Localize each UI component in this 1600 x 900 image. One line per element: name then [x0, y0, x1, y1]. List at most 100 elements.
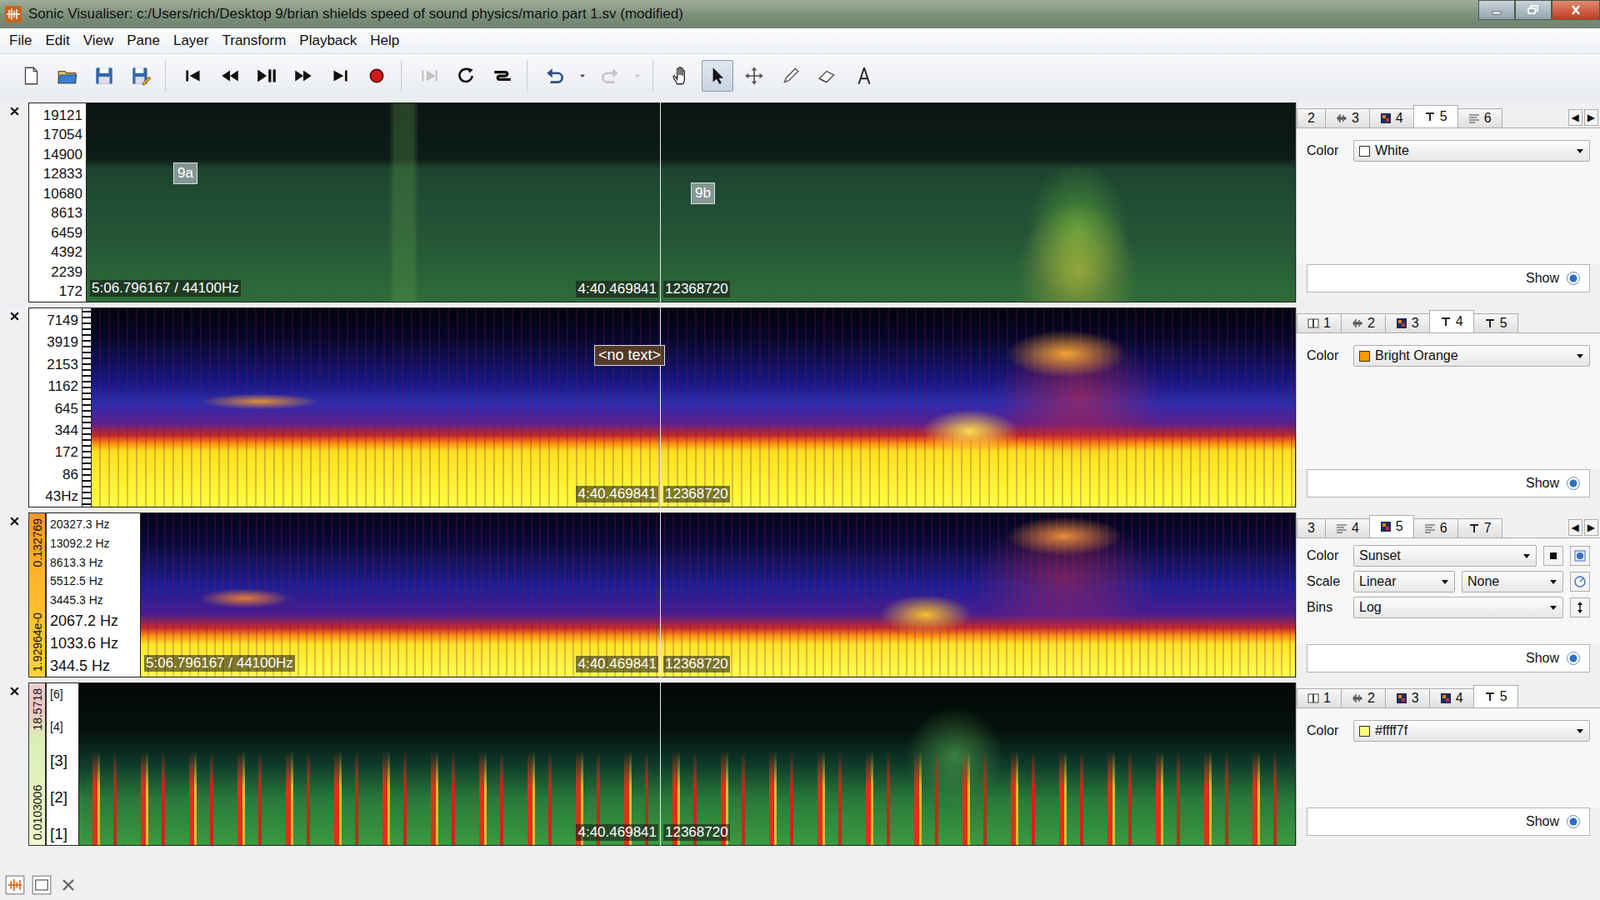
save-as-button[interactable]: [125, 60, 157, 92]
new-button[interactable]: [15, 60, 47, 92]
layer-tab[interactable]: 3: [1385, 688, 1430, 708]
tab-scroll-button[interactable]: ◀: [1568, 519, 1583, 536]
undo-button[interactable]: [539, 60, 571, 92]
playhead[interactable]: 4:40.469841 12368720: [660, 102, 661, 303]
layer-tab[interactable]: 4: [1429, 688, 1475, 708]
menu-item[interactable]: Edit: [39, 30, 75, 52]
layer-tab[interactable]: 5: [1473, 685, 1519, 708]
pane-stack: 1912117054149001283310680861364594392223…: [0, 97, 1600, 501]
colour-swatch: [1359, 350, 1370, 362]
save-button[interactable]: [88, 60, 120, 92]
layer-tab[interactable]: 6: [1457, 108, 1503, 128]
play-pause-button[interactable]: [250, 60, 283, 92]
show-toggle-icon[interactable]: [1565, 814, 1581, 830]
title-bar: Sonic Visualiser: c:/Users/rich/Desktop …: [0, 0, 1600, 29]
spectrogram-view[interactable]: <no text>: [91, 307, 1296, 508]
text-label[interactable]: <no text>: [594, 345, 665, 366]
square-button[interactable]: [1543, 545, 1564, 566]
playhead[interactable]: 4:40.469841 12368720: [660, 512, 661, 678]
close-pane-button[interactable]: [0, 682, 29, 846]
menu-item[interactable]: Pane: [120, 30, 166, 52]
rewind-button[interactable]: [214, 60, 246, 92]
erase-button[interactable]: [811, 60, 844, 92]
tab-label: 4: [1395, 110, 1404, 126]
move-button[interactable]: [738, 60, 770, 92]
menu-item[interactable]: View: [77, 30, 120, 52]
layer-tab[interactable]: 1: [1296, 313, 1342, 333]
play-selection-button[interactable]: [413, 60, 445, 92]
close-icon[interactable]: [58, 875, 79, 895]
show-toggle-icon[interactable]: [1565, 650, 1581, 666]
minimize-button[interactable]: [1478, 0, 1515, 20]
draw-button[interactable]: [775, 60, 807, 92]
playhead[interactable]: 4:40.469841 12368720: [660, 307, 661, 508]
tab-scroll-button[interactable]: ◀: [1568, 109, 1583, 126]
undo-menu-button[interactable]: [575, 60, 590, 92]
tab-label: 5: [1500, 315, 1508, 331]
select-button[interactable]: [701, 60, 734, 92]
spectrogram-view[interactable]: [79, 682, 1296, 846]
window-icon[interactable]: [31, 875, 52, 895]
updown-button[interactable]: [1570, 597, 1590, 618]
restore-button[interactable]: [1515, 0, 1552, 20]
menu-item[interactable]: File: [3, 30, 38, 52]
layer-tab[interactable]: 2: [1340, 688, 1386, 708]
waveform-icon[interactable]: [5, 875, 25, 895]
property-dropdown[interactable]: None: [1461, 570, 1564, 593]
layer-tab[interactable]: 1: [1296, 688, 1342, 708]
close-pane-button[interactable]: [0, 102, 29, 303]
dial-button[interactable]: [1570, 571, 1590, 592]
playhead[interactable]: 4:40.469841 12368720: [660, 682, 661, 846]
layer-tab[interactable]: 2: [1340, 313, 1386, 333]
text-label[interactable]: 9b: [690, 182, 715, 205]
spectrogram-view[interactable]: 5:06.796167 / 44100Hz: [140, 512, 1296, 678]
piano-keyboard: [81, 308, 91, 507]
spectrogram-icon: [1380, 520, 1392, 533]
measure-button[interactable]: [848, 60, 880, 92]
open-button[interactable]: [51, 60, 84, 92]
layer-tab[interactable]: 5: [1473, 313, 1519, 333]
show-toggle-icon[interactable]: [1565, 270, 1581, 286]
menu-item[interactable]: Transform: [215, 30, 292, 52]
layer-tab[interactable]: 3: [1296, 518, 1326, 538]
layer-tab[interactable]: 6: [1413, 518, 1459, 538]
close-window-button[interactable]: [1551, 0, 1600, 20]
tab-scroll-button[interactable]: ▶: [1584, 519, 1599, 536]
menu-item[interactable]: Layer: [167, 30, 215, 52]
navigate-button[interactable]: [665, 60, 697, 92]
close-pane-button[interactable]: [0, 512, 29, 678]
spectrogram-view[interactable]: 9a9b 5:06.796167 / 44100Hz: [86, 102, 1296, 303]
redo-button[interactable]: [594, 60, 626, 92]
layer-tab[interactable]: 4: [1369, 108, 1415, 128]
layer-tab[interactable]: 7: [1457, 518, 1503, 538]
text-label[interactable]: 9a: [173, 162, 198, 185]
colour-scale-bar: 1.92964e-00.132769: [28, 512, 46, 678]
layer-tab[interactable]: 3: [1325, 108, 1370, 128]
layer-tab[interactable]: 3: [1385, 313, 1430, 333]
frame-readout: 12368720: [663, 485, 730, 503]
toggle-button[interactable]: [1570, 545, 1590, 566]
menu-item[interactable]: Help: [364, 30, 405, 52]
show-toggle-icon[interactable]: [1565, 475, 1581, 491]
property-dropdown[interactable]: Bright Orange: [1353, 345, 1590, 367]
property-dropdown[interactable]: #ffff7f: [1353, 720, 1590, 742]
property-dropdown[interactable]: Log: [1353, 596, 1564, 619]
layer-tab[interactable]: 4: [1325, 518, 1370, 538]
layer-tab[interactable]: 5: [1369, 515, 1415, 538]
close-pane-button[interactable]: [0, 307, 29, 508]
solo-button[interactable]: [486, 60, 519, 92]
property-dropdown[interactable]: Sunset: [1353, 545, 1537, 567]
fast-forward-end-button[interactable]: [324, 60, 356, 92]
record-button[interactable]: [360, 60, 393, 92]
layer-tab[interactable]: 4: [1429, 310, 1475, 333]
rewind-start-button[interactable]: [177, 60, 210, 92]
tab-scroll-button[interactable]: ▶: [1584, 109, 1599, 126]
loop-button[interactable]: [450, 60, 482, 92]
property-dropdown[interactable]: Linear: [1353, 570, 1455, 593]
menu-item[interactable]: Playback: [293, 30, 363, 52]
property-dropdown[interactable]: White: [1353, 140, 1590, 162]
layer-tab[interactable]: 5: [1413, 105, 1459, 128]
layer-tab[interactable]: 2: [1296, 108, 1326, 128]
fast-forward-button[interactable]: [287, 60, 320, 92]
redo-menu-button[interactable]: [630, 60, 645, 92]
